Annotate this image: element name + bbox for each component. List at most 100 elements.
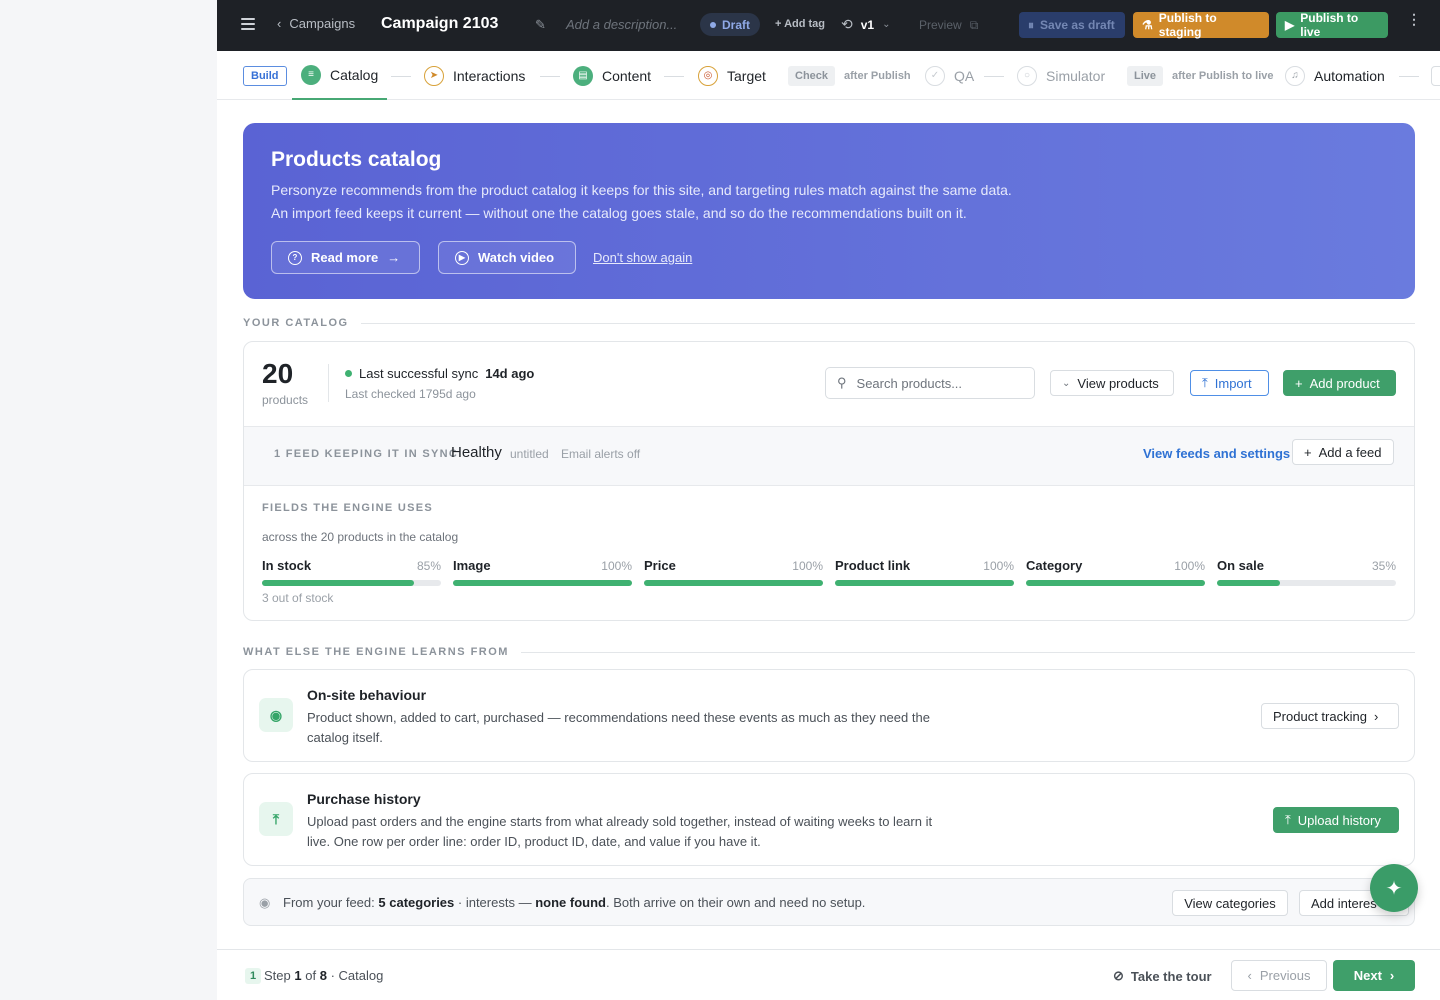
step-number-badge: 1 xyxy=(245,968,261,984)
add-interests-label: Add interes xyxy=(1311,895,1377,911)
import-button[interactable]: ⤒ Import xyxy=(1190,370,1269,396)
view-categories-button[interactable]: View categories xyxy=(1172,890,1288,916)
previous-button[interactable]: ‹ Previous xyxy=(1231,960,1327,991)
chevron-down-icon: ⌄ xyxy=(1062,377,1071,389)
add-feed-button[interactable]: + Add a feed xyxy=(1292,439,1394,465)
back-label: Campaigns xyxy=(289,16,356,31)
bell-icon: ♫ xyxy=(1285,65,1305,86)
check-after-label: after Publish xyxy=(844,69,911,82)
build-badge: Build xyxy=(243,65,287,86)
field-progress-fill xyxy=(644,580,823,586)
search-placeholder: Search products... xyxy=(856,375,963,391)
back-to-campaigns[interactable]: ‹ Campaigns xyxy=(277,16,355,31)
chevron-right-icon: › xyxy=(1389,968,1395,983)
field-progress-fill xyxy=(1217,580,1280,586)
take-tour-button[interactable]: ⊘ Take the tour xyxy=(1113,968,1212,984)
product-tracking-button[interactable]: Product tracking › xyxy=(1261,703,1399,729)
take-tour-label: Take the tour xyxy=(1130,968,1212,984)
divider xyxy=(328,364,329,402)
view-products-label: View products xyxy=(1077,375,1159,391)
dont-show-again-link[interactable]: Don't show again xyxy=(593,250,692,265)
onsite-behaviour-card: ◉ On-site behaviour Product shown, added… xyxy=(243,669,1415,762)
watch-video-label: Watch video xyxy=(478,250,555,265)
feed-suffix: . Both arrive on their own and need no s… xyxy=(605,895,866,910)
publish-staging-button[interactable]: ⚗ Publish to staging xyxy=(1133,11,1269,39)
add-product-button[interactable]: + Add product xyxy=(1283,370,1396,396)
assistant-sparkle-icon[interactable]: ✦ xyxy=(1370,864,1418,912)
step-separator xyxy=(391,76,411,77)
tab-catalog-label: Catalog xyxy=(330,66,379,83)
feed-name: untitled xyxy=(510,447,549,461)
tab-catalog[interactable]: ≡ Catalog xyxy=(292,51,388,100)
description-input[interactable]: Add a description... xyxy=(566,17,677,32)
external-link-icon: ⧉ xyxy=(969,18,979,32)
next-label: Next xyxy=(1353,968,1382,983)
menu-icon[interactable] xyxy=(241,18,255,30)
publish-staging-label: Publish to staging xyxy=(1158,11,1217,39)
field-coverage-item: On sale 35% xyxy=(1217,558,1396,586)
play-circle-icon: ▶ xyxy=(455,250,469,265)
field-progress-bar xyxy=(1217,580,1396,586)
step-separator xyxy=(984,76,1004,77)
field-progress-bar xyxy=(1026,580,1205,586)
read-more-button[interactable]: ? Read more → xyxy=(271,241,420,274)
publish-live-button[interactable]: ▶ Publish to live xyxy=(1276,11,1388,39)
arrow-right-icon: → xyxy=(387,250,401,265)
tab-target[interactable]: ◎ Target xyxy=(698,51,766,100)
from-feed-row: ◉ From your feed: 5 categories · interes… xyxy=(243,878,1415,926)
step-navigation: Build ≡ Catalog ➤ Interactions ▤ Content… xyxy=(217,51,1440,100)
save-draft-button[interactable]: ⏸ Save as draft xyxy=(1019,12,1125,38)
step-of: of xyxy=(305,968,317,983)
more-options-icon[interactable]: ⋮ xyxy=(1407,12,1421,26)
chevron-right-icon: › xyxy=(1373,708,1379,724)
tab-simulator[interactable]: ○ Simulator xyxy=(1017,51,1105,100)
footer-bar: 1 Step 1 of 8 · Catalog ⊘ Take the tour … xyxy=(217,949,1440,1000)
watch-video-button[interactable]: ▶ Watch video xyxy=(438,241,576,274)
field-coverage-item: Category 100% xyxy=(1026,558,1205,586)
tab-interactions[interactable]: ➤ Interactions xyxy=(424,51,525,100)
left-gutter xyxy=(0,0,217,1000)
feed-health: Healthy xyxy=(451,444,502,461)
step-info: Step 1 of 8 · Catalog xyxy=(264,968,383,983)
upload-history-button[interactable]: ⤒ Upload history xyxy=(1273,807,1399,833)
next-button[interactable]: Next › xyxy=(1333,960,1415,991)
learns-heading-label: WHAT ELSE THE ENGINE LEARNS FROM xyxy=(243,646,509,658)
check-circle-icon: ✓ xyxy=(925,65,945,86)
field-percent: 100% xyxy=(792,559,823,573)
feed-none: none found xyxy=(535,895,606,910)
status-badge: Draft xyxy=(700,13,761,36)
version-selector[interactable]: ⟲ v1 ⌄ xyxy=(841,16,890,33)
catalog-card: 20 products Last successful sync 14d ago… xyxy=(243,341,1415,621)
field-percent: 100% xyxy=(1174,559,1205,573)
upload-history-label: Upload history xyxy=(1297,812,1381,828)
next-step-icon[interactable] xyxy=(1431,51,1440,100)
live-group: Live after Publish to live xyxy=(1127,51,1273,100)
check-group: Check after Publish xyxy=(788,51,911,100)
preview-label: Preview xyxy=(919,18,962,32)
add-tag-button[interactable]: + Add tag xyxy=(775,18,825,30)
your-catalog-heading: YOUR CATALOG xyxy=(243,317,1415,329)
tab-content[interactable]: ▤ Content xyxy=(573,51,651,100)
view-feeds-link[interactable]: View feeds and settings xyxy=(1143,446,1290,461)
field-progress-bar xyxy=(453,580,632,586)
pause-icon: ⏸ xyxy=(1028,17,1035,32)
next-step-box-icon xyxy=(1431,65,1440,86)
tab-automation[interactable]: ♫ Automation xyxy=(1285,51,1385,100)
view-products-button[interactable]: ⌄ View products xyxy=(1050,370,1174,396)
question-icon: ? xyxy=(288,250,302,265)
field-percent: 100% xyxy=(983,559,1014,573)
preview-button[interactable]: Preview ⧉ xyxy=(919,18,978,33)
search-input[interactable]: ⚲ Search products... xyxy=(825,367,1035,399)
upload-icon: ⤒ xyxy=(1202,375,1208,390)
campaign-title[interactable]: Campaign 2103 xyxy=(381,15,498,33)
search-icon: ⚲ xyxy=(837,375,847,390)
rss-icon: ◉ xyxy=(259,895,271,910)
pencil-icon[interactable]: ✎ xyxy=(535,17,546,33)
flask-icon: ⚗ xyxy=(1142,18,1153,32)
product-tracking-label: Product tracking xyxy=(1273,708,1367,724)
plus-icon: + xyxy=(1304,444,1312,460)
compass-icon: ⊘ xyxy=(1113,968,1124,983)
sync-status: Last successful sync 14d ago xyxy=(345,366,534,381)
document-icon: ▤ xyxy=(573,65,593,86)
tab-qa[interactable]: ✓ QA xyxy=(925,51,974,100)
